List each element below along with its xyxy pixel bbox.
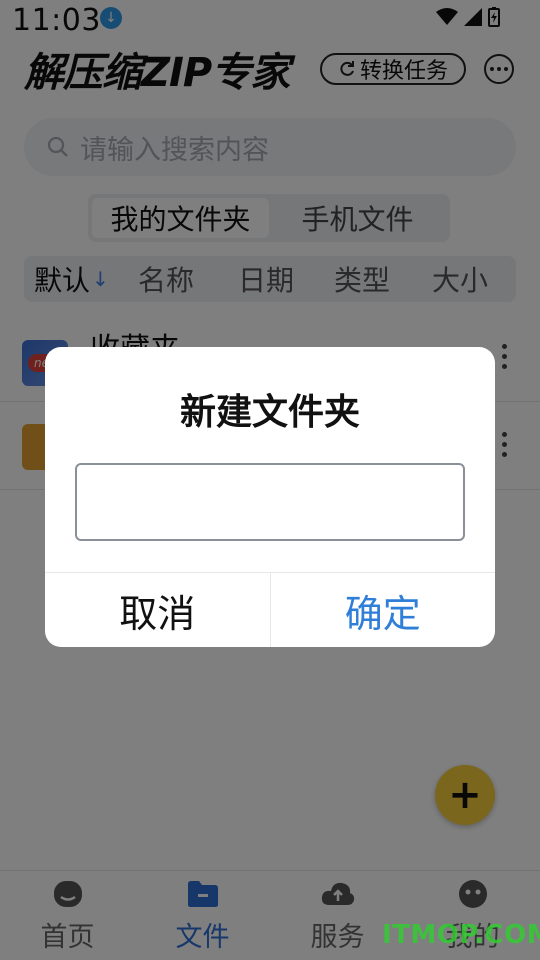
dialog-actions: 取消 确定 <box>45 572 495 647</box>
folder-name-input[interactable] <box>75 463 465 541</box>
dialog-title: 新建文件夹 <box>179 392 360 433</box>
confirm-button[interactable]: 确定 <box>271 573 496 647</box>
new-folder-dialog: 新建文件夹 取消 确定 <box>45 347 495 647</box>
cancel-button[interactable]: 取消 <box>45 573 271 647</box>
watermark: ITMOP.COM <box>382 920 540 950</box>
